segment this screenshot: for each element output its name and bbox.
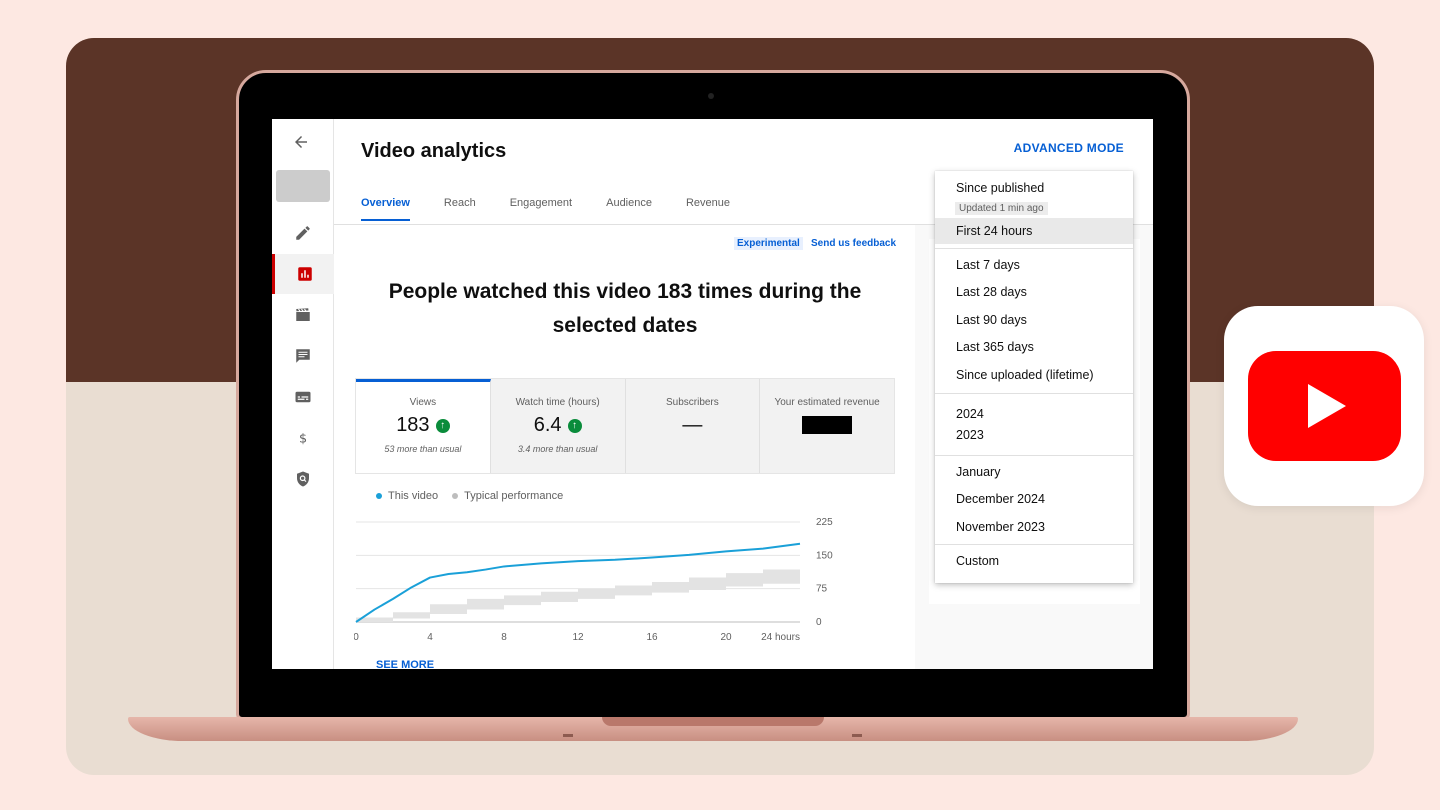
youtube-logo-icon <box>1224 306 1424 506</box>
x-tick-label: 16 <box>646 632 658 643</box>
legend-label: This video <box>388 490 438 502</box>
chart-legend: This video Typical performance <box>376 490 563 502</box>
metric-value: — <box>682 414 702 437</box>
x-tick-label: 12 <box>572 632 584 643</box>
y-tick-label: 0 <box>816 617 822 628</box>
metric-label: Views <box>356 397 490 408</box>
metric-revenue[interactable]: Your estimated revenue <box>760 379 894 473</box>
x-tick-label: 20 <box>720 632 732 643</box>
metric-label: Your estimated revenue <box>760 397 894 408</box>
svg-text:$: $ <box>299 432 307 447</box>
tab-revenue[interactable]: Revenue <box>686 197 730 221</box>
tab-reach[interactable]: Reach <box>444 197 476 221</box>
youtube-logo-tile <box>1224 306 1424 506</box>
laptop-foot <box>852 734 862 737</box>
laptop-foot <box>563 734 573 737</box>
metric-views[interactable]: Views 183 ↑ 53 more than usual <box>356 379 491 473</box>
legend-dot <box>376 493 382 499</box>
metric-note: 3.4 more than usual <box>491 444 625 454</box>
date-range-dropdown: Since published Updated 1 min ago First … <box>935 171 1133 583</box>
see-more-link[interactable]: SEE MORE <box>376 659 434 669</box>
sidebar: $ <box>272 119 334 669</box>
y-tick-label: 150 <box>816 550 833 561</box>
y-tick-label: 75 <box>816 584 828 595</box>
x-tick-label: 8 <box>501 632 507 643</box>
dropdown-item-custom[interactable]: Custom <box>935 550 1133 572</box>
send-feedback-link[interactable]: Send us feedback <box>811 238 896 249</box>
editor-icon[interactable] <box>272 295 334 335</box>
dropdown-item[interactable]: November 2023 <box>935 516 1133 538</box>
subtitles-icon[interactable] <box>272 377 334 417</box>
x-tick-label: 0 <box>354 632 359 643</box>
tab-overview[interactable]: Overview <box>361 197 410 221</box>
video-thumbnail[interactable] <box>276 170 330 202</box>
copyright-icon[interactable] <box>272 459 334 499</box>
x-tick-label: 4 <box>427 632 433 643</box>
x-tick-label: 24 hours <box>761 632 800 643</box>
dropdown-item[interactable]: Since uploaded (lifetime) <box>935 364 1133 386</box>
series-typical-performance-band <box>356 564 800 622</box>
metric-label: Subscribers <box>626 397 760 408</box>
dropdown-separator <box>935 544 1133 545</box>
comments-icon[interactable] <box>272 336 334 376</box>
y-tick-label: 225 <box>816 517 833 528</box>
dropdown-separator <box>935 248 1133 249</box>
dropdown-item[interactable]: Last 90 days <box>935 309 1133 331</box>
experimental-badge: Experimental <box>734 237 803 250</box>
metric-subscribers[interactable]: Subscribers — <box>626 379 761 473</box>
page-title: Video analytics <box>361 140 506 163</box>
dropdown-separator <box>935 393 1133 394</box>
app-screen: $ Video analytics ADVANCED MODE Overview… <box>272 119 1153 669</box>
tab-engagement[interactable]: Engagement <box>510 197 572 221</box>
dropdown-item[interactable]: Last 28 days <box>935 281 1133 303</box>
analytics-icon[interactable] <box>272 254 334 294</box>
metric-label: Watch time (hours) <box>491 397 625 408</box>
headline: People watched this video 183 times duri… <box>354 275 896 343</box>
metric-value: 6.4 <box>534 414 562 437</box>
metric-note: 53 more than usual <box>356 444 490 454</box>
arrow-up-icon: ↑ <box>568 419 582 433</box>
arrow-up-icon: ↑ <box>436 419 450 433</box>
legend-label: Typical performance <box>464 490 563 502</box>
legend-item-this-video: This video <box>376 490 438 502</box>
laptop-notch <box>602 717 824 726</box>
overview-card: Experimental Send us feedback People wat… <box>334 225 915 669</box>
dropdown-item-first-24-hours[interactable]: First 24 hours <box>935 218 1133 244</box>
metric-watch-time[interactable]: Watch time (hours) 6.4 ↑ 3.4 more than us… <box>491 379 626 473</box>
dropdown-item[interactable]: January <box>935 461 1133 483</box>
metric-cards: Views 183 ↑ 53 more than usual Watch time… <box>355 378 895 474</box>
metric-value: 183 <box>396 414 429 437</box>
legend-dot <box>452 493 458 499</box>
dropdown-separator <box>935 455 1133 456</box>
advanced-mode-button[interactable]: ADVANCED MODE <box>1014 141 1124 155</box>
tab-bar: Overview Reach Engagement Audience Reven… <box>361 197 764 221</box>
laptop-camera <box>708 93 714 99</box>
dropdown-item[interactable]: 2023 <box>935 424 1133 446</box>
legend-item-typical: Typical performance <box>452 490 563 502</box>
monetization-icon[interactable]: $ <box>272 418 334 458</box>
updated-badge: Updated 1 min ago <box>955 202 1048 215</box>
redacted-value <box>802 416 852 434</box>
tab-audience[interactable]: Audience <box>606 197 652 221</box>
edit-icon[interactable] <box>272 213 334 253</box>
views-chart: 0 75 150 225 0 4 8 12 16 20 24 hours <box>354 510 874 650</box>
dropdown-item[interactable]: 2024 <box>935 403 1133 425</box>
dropdown-item[interactable]: Last 365 days <box>935 336 1133 358</box>
dropdown-item[interactable]: December 2024 <box>935 488 1133 510</box>
dropdown-item[interactable]: Last 7 days <box>935 254 1133 276</box>
arrow-back-icon[interactable] <box>292 133 310 157</box>
dropdown-header[interactable]: Since published <box>935 177 1133 199</box>
